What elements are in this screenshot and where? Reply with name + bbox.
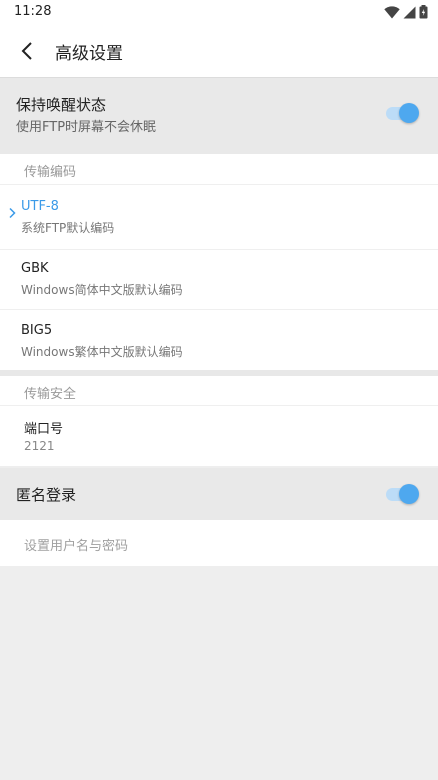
- switch-thumb: [399, 484, 419, 504]
- security-card: 传输安全 端口号 2121: [0, 376, 438, 466]
- encoding-name: BIG5: [21, 323, 53, 338]
- credentials-row[interactable]: 设置用户名与密码: [0, 520, 438, 566]
- signal-icon: [403, 6, 416, 18]
- anonymous-login-row[interactable]: 匿名登录: [0, 468, 438, 520]
- switch-thumb: [399, 103, 419, 123]
- security-section-header: 传输安全: [24, 387, 77, 402]
- chevron-right-icon: [9, 207, 16, 219]
- divider: [0, 309, 438, 310]
- app-bar: 高级设置: [0, 24, 438, 78]
- encoding-description: Windows繁体中文版默认编码: [21, 345, 183, 359]
- battery-icon: [419, 5, 428, 19]
- back-button[interactable]: [12, 37, 42, 65]
- encoding-item-gbk[interactable]: GBK Windows简体中文版默认编码: [0, 249, 438, 311]
- keep-awake-subtitle: 使用FTP时屏幕不会休眠: [16, 120, 157, 135]
- encoding-item-utf8[interactable]: UTF-8 系统FTP默认编码: [0, 187, 438, 249]
- status-bar: 11:28: [0, 0, 438, 24]
- port-value: 2121: [24, 439, 55, 453]
- chevron-left-icon: [21, 42, 32, 60]
- status-time: 11:28: [14, 4, 52, 19]
- anonymous-login-title: 匿名登录: [16, 486, 77, 504]
- encoding-name: GBK: [21, 261, 49, 276]
- keep-awake-switch[interactable]: [386, 102, 420, 124]
- page-title: 高级设置: [55, 44, 123, 64]
- divider: [0, 184, 438, 185]
- anonymous-login-switch[interactable]: [386, 483, 420, 505]
- credentials-label: 设置用户名与密码: [24, 539, 129, 554]
- encoding-item-big5[interactable]: BIG5 Windows繁体中文版默认编码: [0, 311, 438, 373]
- encoding-section-header: 传输编码: [24, 165, 77, 180]
- keep-awake-title: 保持唤醒状态: [16, 96, 107, 114]
- keep-awake-row[interactable]: 保持唤醒状态 使用FTP时屏幕不会休眠: [0, 78, 438, 154]
- wifi-icon: [384, 5, 400, 18]
- port-label: 端口号: [24, 422, 64, 437]
- port-row[interactable]: 端口号 2121: [0, 406, 438, 466]
- encoding-card: 传输编码 UTF-8 系统FTP默认编码 GBK Windows简体中文版默认编…: [0, 154, 438, 370]
- encoding-description: Windows简体中文版默认编码: [21, 283, 183, 297]
- encoding-name: UTF-8: [21, 199, 59, 214]
- encoding-description: 系统FTP默认编码: [21, 221, 115, 235]
- status-icons: [384, 5, 428, 19]
